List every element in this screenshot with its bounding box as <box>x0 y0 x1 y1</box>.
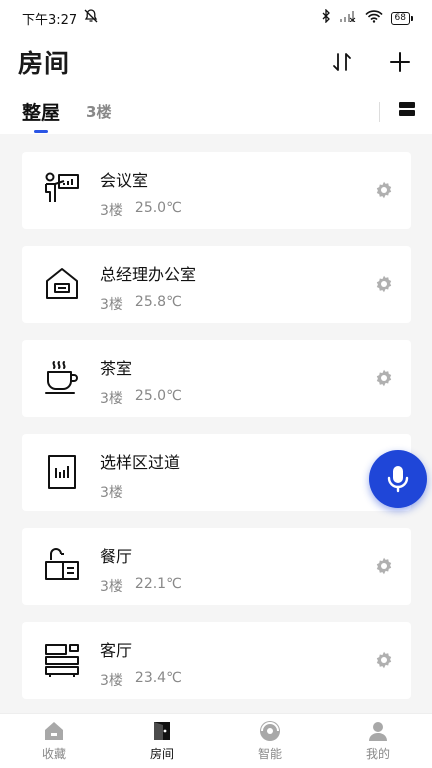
room-name: 总经理办公室 <box>100 265 197 284</box>
room-settings-button[interactable] <box>375 369 393 387</box>
room-card-sample-corridor[interactable]: 选样区过道 3楼 <box>22 434 411 511</box>
gear-icon <box>376 651 392 669</box>
room-settings-button[interactable] <box>375 651 393 669</box>
smart-icon <box>260 721 280 741</box>
list-view-icon <box>399 102 415 116</box>
nav-favorites[interactable]: 收藏 <box>0 714 108 768</box>
room-name: 会议室 <box>100 171 149 190</box>
plus-icon <box>390 52 410 72</box>
sofa-icon <box>42 640 82 680</box>
room-card-living-room[interactable]: 客厅 3楼 23.4℃ <box>22 622 411 699</box>
gear-icon <box>376 557 392 575</box>
sort-button[interactable] <box>328 48 356 76</box>
nav-label: 智能 <box>257 747 282 761</box>
battery-icon: 68 <box>390 11 414 25</box>
nav-profile[interactable]: 我的 <box>324 714 432 768</box>
gear-icon <box>376 181 392 199</box>
nav-smart[interactable]: 智能 <box>216 714 324 768</box>
home-icon <box>45 722 63 740</box>
tab-divider <box>379 102 380 122</box>
room-settings-button[interactable] <box>375 557 393 575</box>
header: 房间 <box>0 36 432 88</box>
tea-cup-icon <box>42 358 82 398</box>
profile-icon <box>369 722 387 741</box>
nav-rooms[interactable]: 房间 <box>108 714 216 768</box>
room-name: 茶室 <box>100 359 133 378</box>
bottom-nav: 收藏 房间 智能 我的 <box>0 713 432 768</box>
room-floor: 3楼 <box>100 297 123 313</box>
add-room-button[interactable] <box>386 48 414 76</box>
room-name: 客厅 <box>100 641 133 660</box>
room-list: 会议室 3楼 25.0℃ 总经理办公室 3楼 25.8℃ 茶室 3楼 25.0℃… <box>22 152 411 716</box>
room-temperature: 25.0℃ <box>134 388 182 404</box>
room-floor: 3楼 <box>100 673 123 689</box>
room-floor: 3楼 <box>100 579 123 595</box>
room-floor: 3楼 <box>100 203 123 219</box>
microphone-icon <box>387 466 409 493</box>
room-floor: 3楼 <box>100 391 123 407</box>
room-temperature: 25.8℃ <box>134 294 182 310</box>
room-card-dining-room[interactable]: 餐厅 3楼 22.1℃ <box>22 528 411 605</box>
floor-tabs: 整屋 3楼 <box>0 88 432 134</box>
room-floor: 3楼 <box>100 485 123 501</box>
bluetooth-icon <box>321 8 331 27</box>
room-name: 餐厅 <box>100 547 133 566</box>
nav-label: 房间 <box>149 747 174 761</box>
voice-assistant-button[interactable] <box>369 450 427 508</box>
gear-icon <box>376 369 392 387</box>
room-card-gm-office[interactable]: 总经理办公室 3楼 25.8℃ <box>22 246 411 323</box>
room-card-tea-room[interactable]: 茶室 3楼 25.0℃ <box>22 340 411 417</box>
room-temperature: 23.4℃ <box>134 670 182 686</box>
room-temperature: 25.0℃ <box>134 200 182 216</box>
room-card-meeting-room[interactable]: 会议室 3楼 25.0℃ <box>22 152 411 229</box>
status-time: 下午3:27 <box>22 12 78 28</box>
mute-icon <box>83 8 99 28</box>
room-settings-button[interactable] <box>375 275 393 293</box>
tab-whole-house[interactable]: 整屋 <box>22 98 60 133</box>
sort-icon <box>333 53 351 71</box>
view-toggle-button[interactable] <box>398 100 416 122</box>
status-bar: 下午3:27 68 <box>0 0 432 36</box>
nav-label: 我的 <box>365 747 390 761</box>
nav-label: 收藏 <box>41 747 66 761</box>
room-settings-button[interactable] <box>375 181 393 199</box>
gear-icon <box>376 275 392 293</box>
page-title: 房间 <box>18 49 71 78</box>
dining-icon <box>42 546 82 586</box>
wifi-icon <box>364 9 383 27</box>
tab-floor-3[interactable]: 3楼 <box>86 101 111 122</box>
corridor-icon <box>42 452 82 492</box>
presentation-icon <box>42 170 82 210</box>
room-temperature: 22.1℃ <box>134 576 182 592</box>
room-name: 选样区过道 <box>100 453 181 472</box>
signal-icon <box>339 10 357 26</box>
house-icon <box>42 264 82 304</box>
door-icon <box>154 722 170 740</box>
